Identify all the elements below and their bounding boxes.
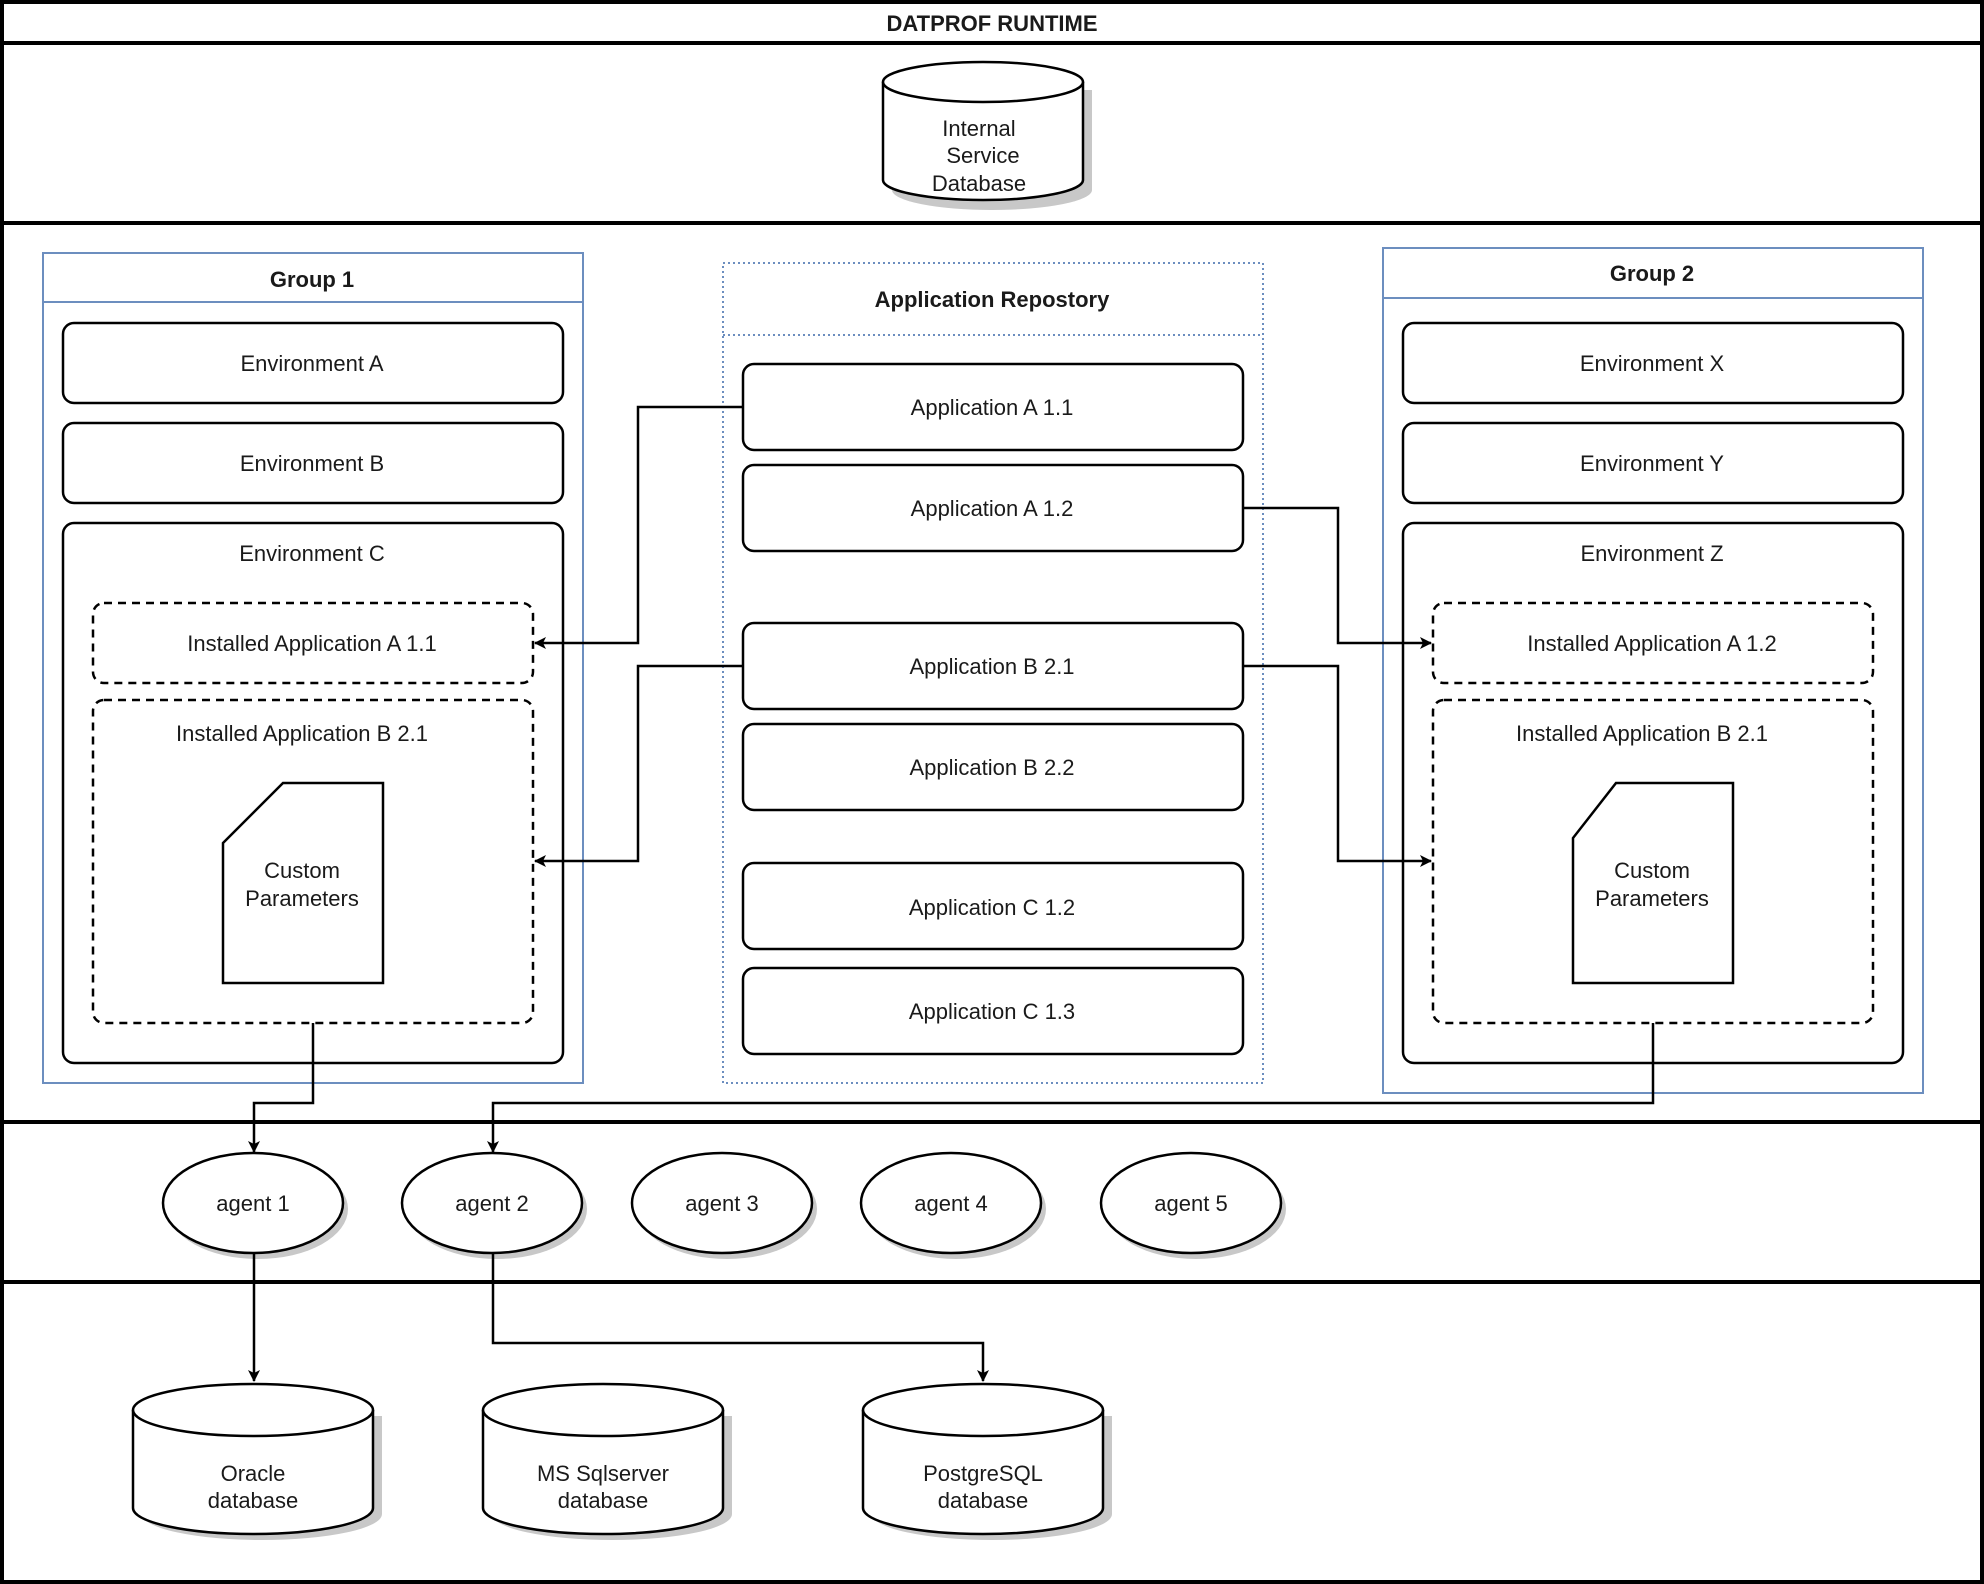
agent-label: agent 2 <box>455 1191 528 1216</box>
application-b-2-1[interactable]: Application B 2.1 <box>741 621 1245 711</box>
database-label: MS Sqlserver <box>537 1461 669 1486</box>
repository-title: Application Repostory <box>875 287 1110 312</box>
installed-app-label: Installed Application B 2.1 <box>1516 721 1768 746</box>
application-b-2-2[interactable]: Application B 2.2 <box>741 722 1245 812</box>
environment-b[interactable]: Environment B <box>61 421 565 505</box>
database-label: Oracle <box>221 1461 286 1486</box>
agent-label: agent 5 <box>1154 1191 1227 1216</box>
environment-label: Environment C <box>239 541 385 566</box>
application-label: Application C 1.3 <box>909 999 1075 1024</box>
diagram-title: DATPROF RUNTIME <box>886 11 1097 36</box>
postgresql-database[interactable]: PostgreSQL database <box>861 1382 1112 1540</box>
installed-app-label: Installed Application A 1.2 <box>1527 631 1777 656</box>
group-1: Group 1 Environment A Environment B Envi… <box>42 252 584 1084</box>
application-label: Application A 1.2 <box>911 496 1074 521</box>
application-c-1-3[interactable]: Application C 1.3 <box>741 966 1245 1056</box>
application-label: Application C 1.2 <box>909 895 1075 920</box>
oracle-database[interactable]: Oracle database <box>131 1382 382 1540</box>
internal-service-database[interactable]: Internal Service Database <box>881 60 1092 210</box>
environment-x[interactable]: Environment X <box>1401 321 1905 405</box>
agent-label: agent 4 <box>914 1191 987 1216</box>
document-label: Custom <box>264 858 340 883</box>
environment-y[interactable]: Environment Y <box>1401 421 1905 505</box>
architecture-diagram: DATPROF RUNTIME Internal Service Databas… <box>0 0 1984 1584</box>
database-label: database <box>558 1488 649 1513</box>
group-title: Group 2 <box>1610 261 1694 286</box>
document-label: Custom <box>1614 858 1690 883</box>
application-label: Application B 2.2 <box>909 755 1074 780</box>
installed-application-a-1-2[interactable]: Installed Application A 1.2 <box>1431 601 1875 685</box>
environment-label: Environment X <box>1580 351 1725 376</box>
environment-a[interactable]: Environment A <box>61 321 565 405</box>
database-label: PostgreSQL <box>923 1461 1043 1486</box>
environment-label: Environment Z <box>1580 541 1723 566</box>
application-a-1-2[interactable]: Application A 1.2 <box>741 463 1245 553</box>
agent-label: agent 1 <box>216 1191 289 1216</box>
environment-label: Environment A <box>240 351 383 376</box>
document-icon <box>1571 781 1735 985</box>
application-c-1-2[interactable]: Application C 1.2 <box>741 861 1245 951</box>
environment-label: Environment Y <box>1580 451 1724 476</box>
group-2: Group 2 Environment X Environment Y Envi… <box>1382 247 1924 1094</box>
document-label: Parameters <box>1595 886 1709 911</box>
database-label: database <box>938 1488 1029 1513</box>
database-label: Database <box>932 171 1026 196</box>
installed-application-a-1-1[interactable]: Installed Application A 1.1 <box>91 601 535 685</box>
database-label: database <box>208 1488 299 1513</box>
document-label: Parameters <box>245 886 359 911</box>
installed-app-label: Installed Application A 1.1 <box>187 631 437 656</box>
custom-parameters-document[interactable]: Custom Parameters <box>1571 781 1735 985</box>
database-label: Service <box>946 143 1019 168</box>
installed-app-label: Installed Application B 2.1 <box>176 721 428 746</box>
environment-label: Environment B <box>240 451 384 476</box>
ms-sqlserver-database[interactable]: MS Sqlserver database <box>481 1382 732 1540</box>
application-label: Application A 1.1 <box>911 395 1074 420</box>
application-label: Application B 2.1 <box>909 654 1074 679</box>
group-title: Group 1 <box>270 267 354 292</box>
database-label: Internal <box>942 116 1015 141</box>
agent-label: agent 3 <box>685 1191 758 1216</box>
application-a-1-1[interactable]: Application A 1.1 <box>741 362 1245 452</box>
